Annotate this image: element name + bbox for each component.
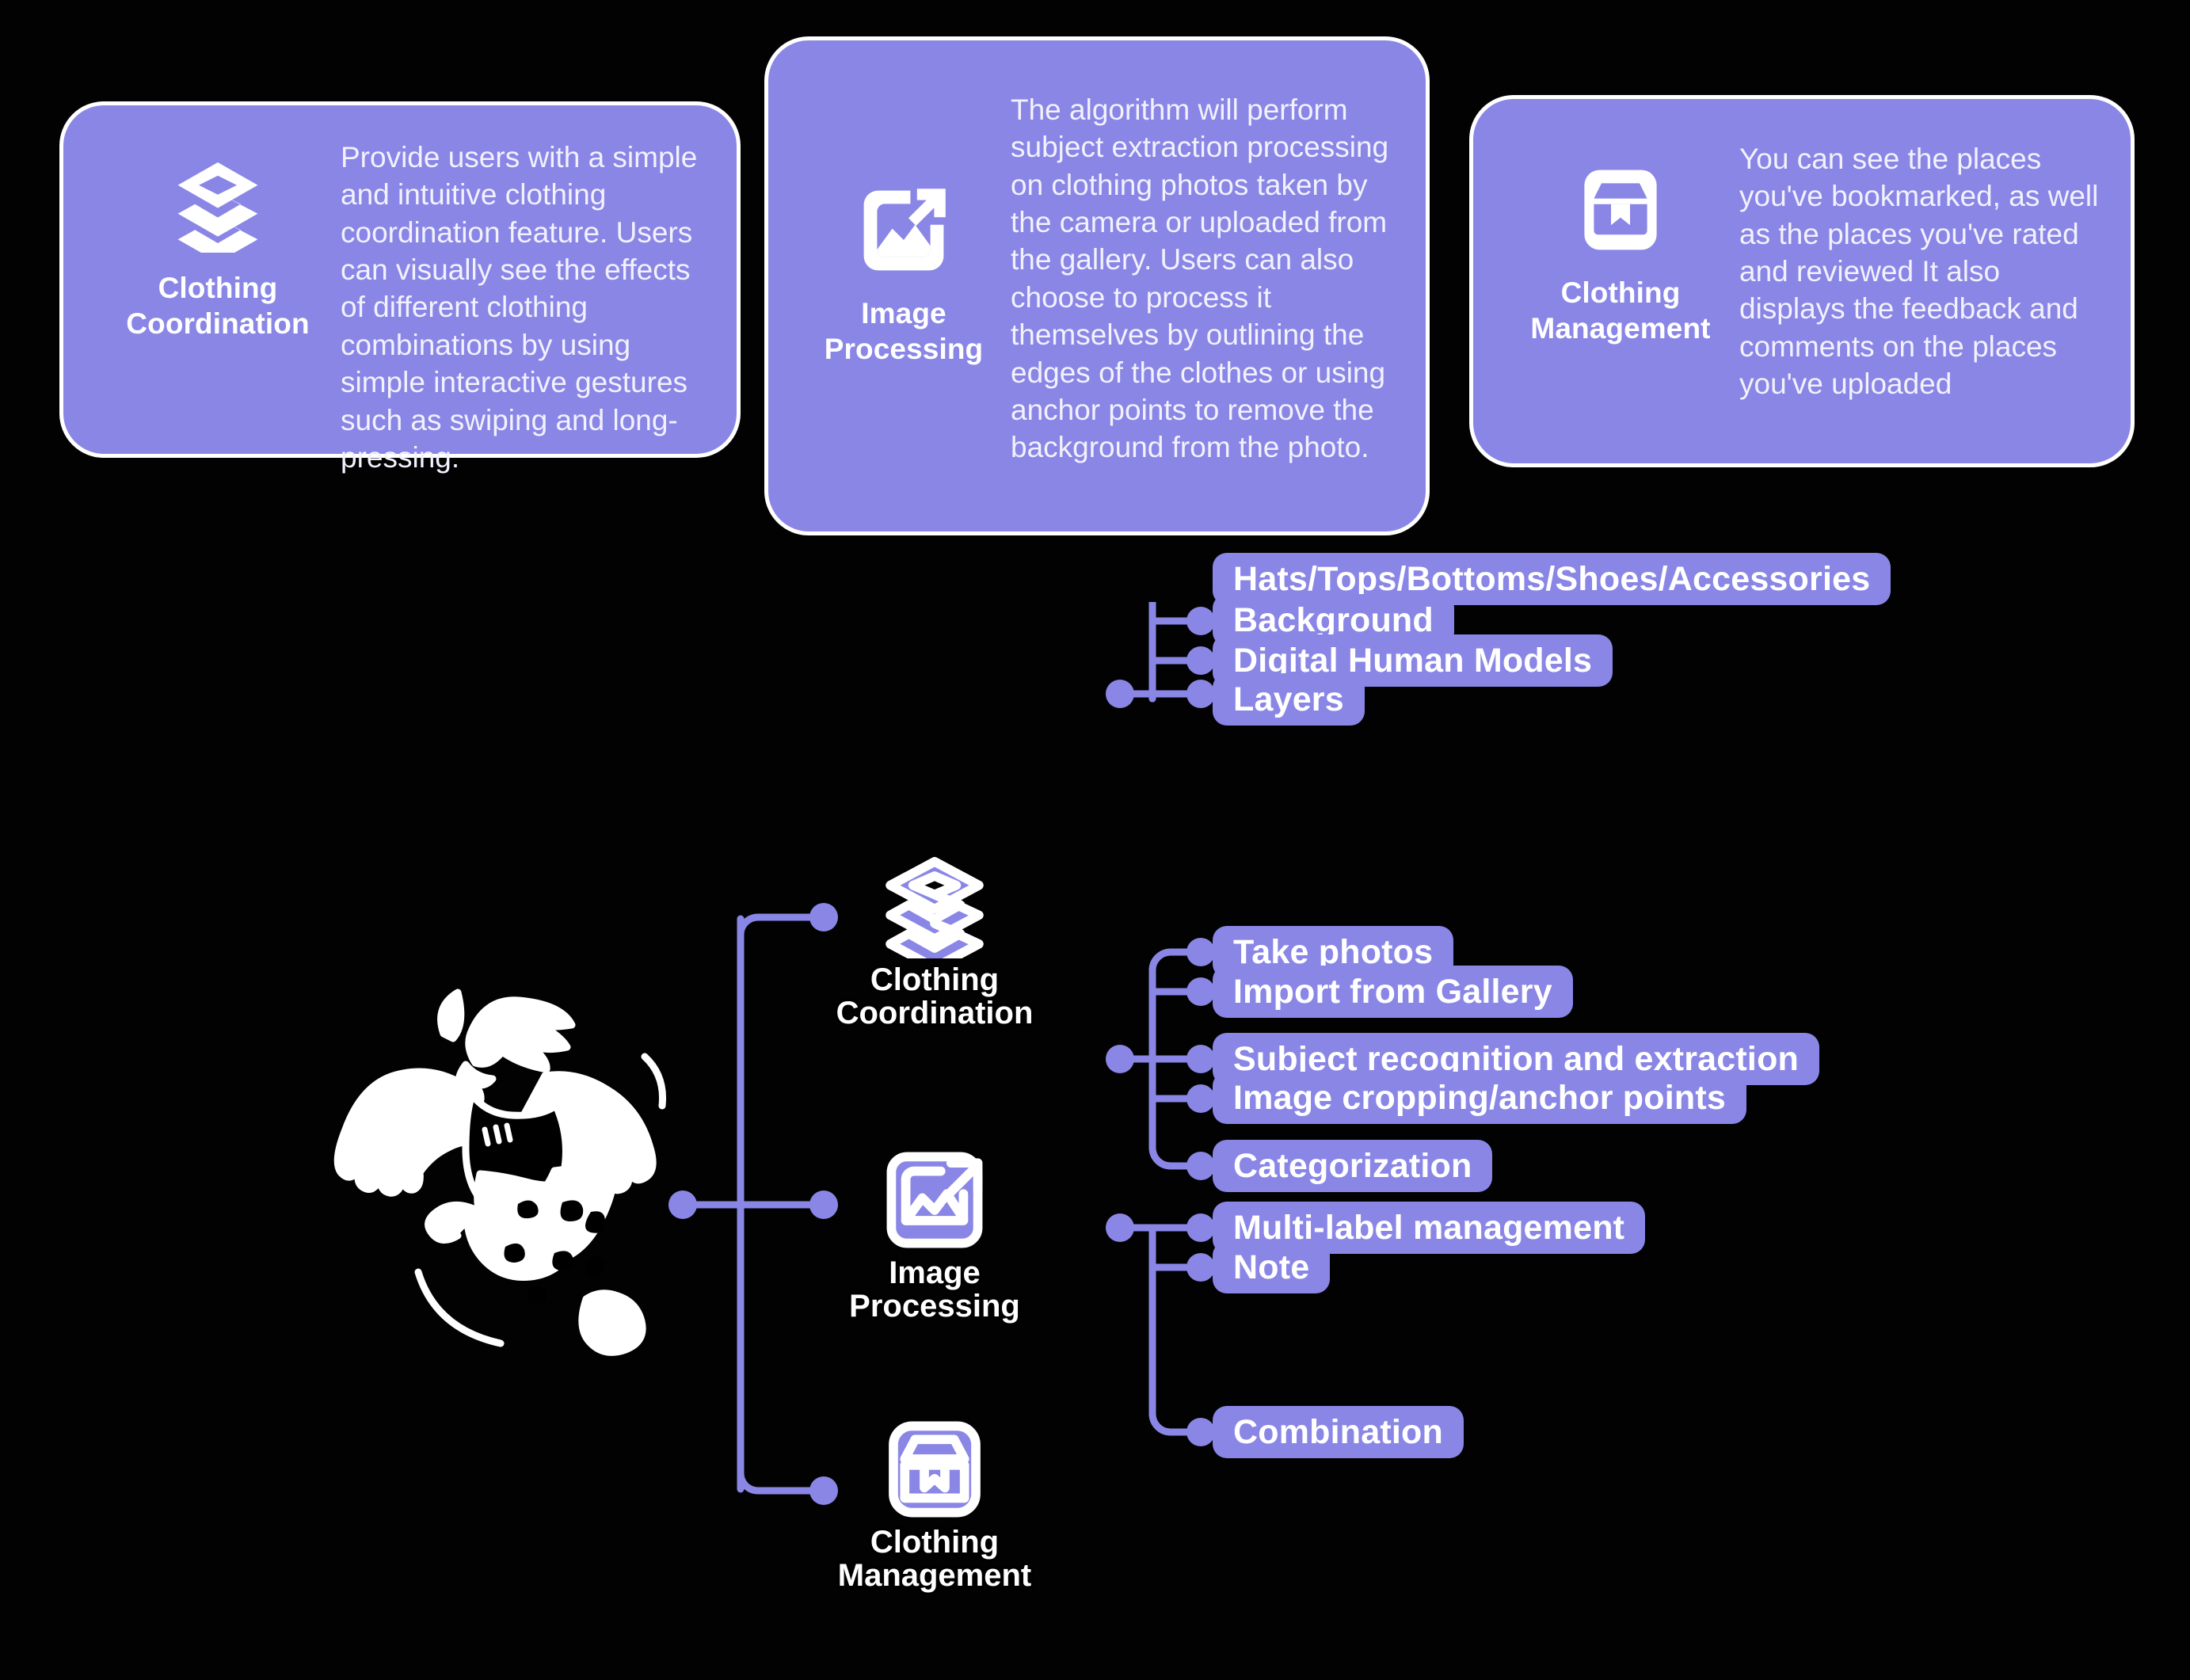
card-title: Image Processing — [825, 295, 983, 367]
connector-dot — [1186, 680, 1215, 708]
node-label-line2: Management — [835, 1556, 1034, 1595]
connector-dot — [1186, 607, 1215, 635]
connector-dot — [1186, 1152, 1215, 1180]
image-export-icon — [856, 183, 951, 278]
layers-stack-icon — [883, 855, 986, 973]
mindmap-leaf-pill[interactable]: Image cropping/anchor points — [1213, 1072, 1746, 1124]
connector-dot — [1186, 938, 1215, 966]
mindmap-node-image-processing[interactable]: Image Processing — [816, 1149, 1053, 1326]
poster-canvas: Clothing Coordination Provide users with… — [0, 0, 2190, 1680]
node-label-line1: Clothing — [867, 960, 1001, 1000]
box-bookmark-icon — [1573, 162, 1668, 257]
mindmap-node-label: Clothing Coordination — [833, 960, 1036, 1033]
connector-dot — [1106, 1213, 1134, 1242]
connector-dot — [1186, 1418, 1215, 1446]
node-label-line1: Image — [886, 1253, 984, 1293]
mindmap-node-clothing-coordination[interactable]: Clothing Coordination — [816, 855, 1053, 1033]
feature-card-clothing-coordination: Clothing Coordination Provide users with… — [59, 101, 741, 474]
card-description: Provide users with a simple and intuitiv… — [341, 141, 698, 474]
node-label-line2: Processing — [847, 1286, 1023, 1326]
card-description: You can see the places you've bookmarked… — [1739, 143, 2099, 401]
mindmap-leaf-pill[interactable]: Note — [1213, 1241, 1331, 1293]
branch1-lines — [1121, 602, 1202, 698]
mindmap: Clothing Coordination Image Processing C… — [0, 553, 2190, 1680]
node-label-line1: Clothing — [867, 1522, 1001, 1562]
connector-dot — [1106, 1045, 1134, 1073]
card-left-column: Image Processing — [797, 69, 1011, 367]
connector-dot — [1186, 1084, 1215, 1113]
card-title-line2: Coordination — [126, 307, 310, 341]
card-title: Clothing Coordination — [126, 270, 309, 341]
card-title-line1: Clothing — [1560, 276, 1681, 309]
mindmap-node-label: Image Processing — [847, 1253, 1023, 1326]
feature-card-clothing-management: Clothing Management You can see the plac… — [1469, 95, 2135, 467]
connector-dot — [1186, 1213, 1215, 1242]
mindmap-leaf-pill[interactable]: Combination — [1213, 1406, 1464, 1458]
mindmap-leaf-pill[interactable]: Layers — [1213, 673, 1365, 726]
card-description: The algorithm will perform subject extra… — [1011, 93, 1389, 464]
connector-dot — [1186, 646, 1215, 675]
connector-dot — [1186, 1253, 1215, 1282]
layers-stack-icon — [170, 158, 265, 262]
image-export-icon — [883, 1149, 986, 1251]
connector-dot — [1186, 977, 1215, 1006]
card-left-column: Clothing Management — [1502, 128, 1739, 346]
connector-dot — [1106, 680, 1134, 708]
dancing-figure-illustration — [325, 974, 697, 1386]
card-title-line1: Image — [861, 297, 946, 330]
card-title-line1: Clothing — [158, 272, 278, 304]
mindmap-node-label: Clothing Management — [835, 1522, 1034, 1595]
card-title: Clothing Management — [1530, 275, 1710, 346]
mindmap-leaf-pill[interactable]: Categorization — [1213, 1140, 1493, 1192]
card-left-column: Clothing Coordination — [95, 134, 341, 341]
box-bookmark-icon — [883, 1418, 986, 1521]
card-title-line2: Management — [1530, 312, 1711, 345]
connector-dot — [1186, 1045, 1215, 1073]
card-title-line2: Processing — [824, 333, 984, 366]
node-label-line2: Coordination — [833, 993, 1036, 1033]
branch3-lines — [1121, 1224, 1202, 1436]
mindmap-node-clothing-management[interactable]: Clothing Management — [816, 1418, 1053, 1595]
feature-card-image-processing: Image Processing The algorithm will perf… — [764, 36, 1430, 535]
mindmap-leaf-pill[interactable]: Import from Gallery — [1213, 966, 1573, 1018]
